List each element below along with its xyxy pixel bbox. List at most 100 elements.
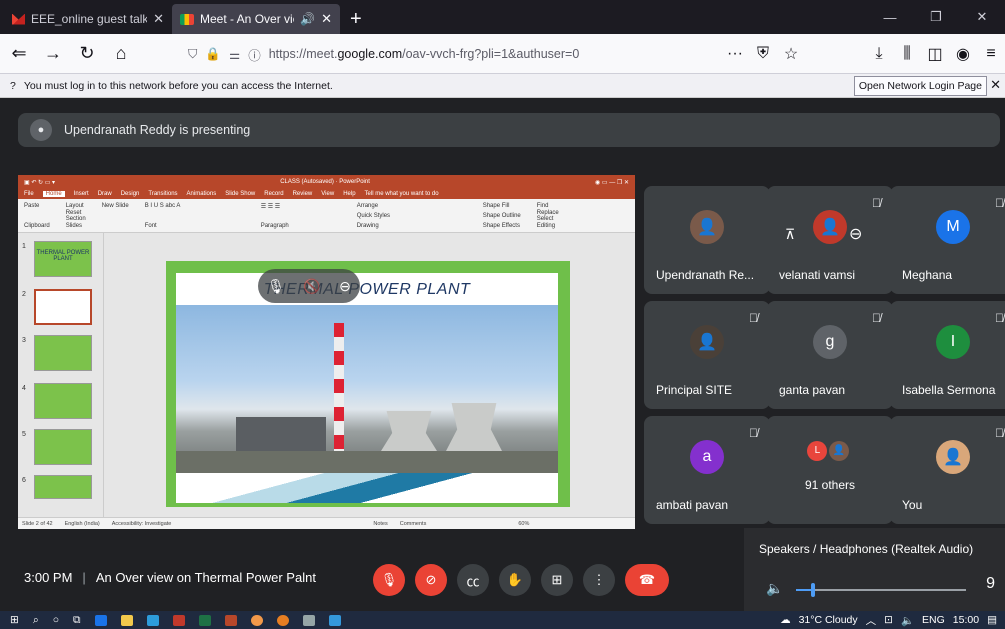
participant-avatar: 👤 [813,210,847,245]
remove-icon[interactable]: ⊖ [339,278,351,295]
slide-thumbnail [34,335,92,371]
language-indicator[interactable]: ENG [922,614,945,626]
menu-icon[interactable]: ≡ [977,45,1005,63]
url-text[interactable]: https://meet.google.com/oav-vvch-frg?pli… [269,47,580,61]
present-button[interactable]: ⊞ [541,564,573,596]
speaker-icon[interactable]: 🔊 [300,12,315,26]
close-notification-icon[interactable]: ✕ [990,77,1001,93]
audio-output-panel: Speakers / Headphones (Realtek Audio) 🔈 … [744,528,1005,611]
participant-avatar: M [936,210,970,245]
account-icon[interactable]: ◉ [949,44,977,64]
weather-text[interactable]: 31°C Cloudy [799,614,858,626]
ppt-menubar: File Home Insert Draw Design Transitions… [18,189,635,199]
home-button[interactable]: ⌂ [106,39,136,69]
sidebar-icon[interactable]: ◫ [921,44,949,64]
others-avatar: L [807,440,828,461]
app-icon[interactable] [328,614,341,626]
leave-call-button[interactable]: ☎ [625,564,669,596]
participant-tile[interactable]: 🎙̸ ⊼ 👤 ⊖ velanati vamsi [767,186,893,294]
shield-icon[interactable]: ⛉ [188,47,197,62]
store-icon[interactable] [146,614,159,626]
firefox-icon[interactable] [276,614,289,626]
participant-tile[interactable]: 👤 Upendranath Re... [644,186,770,294]
ribbon-clipboard: Paste Clipboard [24,203,50,229]
thumb-number: 6 [22,477,26,484]
captions-icon: ㏄ [466,573,480,589]
mute-tile-icon[interactable]: 🔇 [303,278,320,295]
volume-slider[interactable] [796,583,966,597]
mic-off-icon[interactable]: 🎙 [267,278,285,295]
address-bar[interactable]: ⛉ 🔒 ⚌ ⓘ https://meet.google.com/oav-vvch… [188,39,808,69]
close-tab-icon[interactable]: ✕ [321,11,332,27]
search-icon[interactable]: ⌕ [33,614,39,627]
library-icon[interactable]: ⫼ [893,45,921,63]
participant-name: ganta pavan [779,383,846,397]
ribbon-slides: Layout Reset Section Slides [65,203,86,229]
participant-tile[interactable]: 🎙̸ I Isabella Sermona [890,301,1005,409]
volume-icon[interactable]: 🔈 [901,614,914,627]
bookmark-star-icon[interactable]: ☆ [777,44,805,64]
ppt-window-controls: ◉ ▭ — ❐ ✕ [595,179,629,186]
tab-meet[interactable]: Meet - An Over view on The 🔊 ✕ [172,4,340,34]
pin-icon[interactable]: ⊼ [785,226,795,243]
tray-expand-icon[interactable]: ︿ [866,613,877,628]
info-icon[interactable]: ⓘ [248,45,261,64]
permissions-icon[interactable]: ⚌ [229,47,240,62]
pocket-icon[interactable]: ⛨ [749,45,777,63]
participant-tile[interactable]: 🎙̸ M Meghana [890,186,1005,294]
forward-button[interactable]: → [38,39,68,69]
presenting-banner: ● Upendranath Reddy is presenting [18,113,1000,147]
slide-title: THERMAL POWER PLANT [263,281,471,298]
ribbon-paragraph: ☰ ☰ ☰ Paragraph [260,204,289,229]
others-count: 91 others [804,478,856,492]
help-icon: ? [10,79,16,92]
participant-tile[interactable]: 🎙̸ a ambati pavan [644,416,770,524]
powerpoint-icon[interactable] [224,614,237,626]
close-tab-icon[interactable]: ✕ [153,11,164,27]
ribbon-editing: Find Replace Select Editing [536,203,559,229]
participant-tile[interactable]: 🎙̸ 👤 Principal SITE [644,301,770,409]
lock-icon[interactable]: 🔒 [205,47,221,62]
mic-off-icon: 🎙̸ [995,426,1004,440]
participant-name: Meghana [902,268,953,282]
reload-button[interactable]: ↻ [72,39,102,69]
ppt-current-slide: THERMAL POWER PLANT [166,261,570,507]
open-network-login-button[interactable]: Open Network Login Page [853,76,987,96]
remove-icon[interactable]: ⊖ [849,224,862,244]
windows-start-icon[interactable]: ⊞ [10,614,19,626]
camera-toggle-button[interactable]: ⊘ [415,564,447,596]
edge-icon[interactable] [94,614,107,626]
taskbar-clock[interactable]: 15:00 [953,614,979,626]
participant-tile[interactable]: 🎙̸ g ganta pavan [767,301,893,409]
tab-gmail[interactable]: EEE_online guest talk brochure ✕ [4,4,172,34]
thumb-number: 5 [22,431,26,438]
presenter-avatar: ● [30,119,52,141]
microphone-toggle-button[interactable]: 🎙 [373,564,405,596]
close-icon[interactable]: ✕ [959,0,1005,34]
participant-tile-others[interactable]: L 👤 91 others [767,416,893,524]
mail-icon[interactable] [172,614,185,626]
app-icon[interactable] [302,614,315,626]
slide-thumbnail [34,429,92,465]
raise-hand-button[interactable]: ✋ [499,564,531,596]
excel-icon[interactable] [198,614,211,626]
slide-thumbnail [34,475,92,499]
chrome-icon[interactable] [250,614,263,626]
more-options-button[interactable]: ⋮ [583,564,615,596]
page-actions-icon[interactable]: ··· [721,45,749,63]
participant-tile-self[interactable]: 🎙̸ 👤 You [890,416,1005,524]
restore-icon[interactable]: ❐ [913,0,959,34]
notification-icon[interactable]: ▤ [987,614,997,626]
download-icon[interactable]: ⤓ [865,45,893,63]
back-button[interactable]: ⇐ [4,39,34,69]
mic-off-icon: 🎙̸ [995,196,1004,210]
minimize-icon[interactable]: — [867,0,913,34]
captions-button[interactable]: ㏄ [457,564,489,596]
file-explorer-icon[interactable] [120,614,133,626]
ppt-tellme: Tell me what you want to do [364,191,439,197]
cortana-icon[interactable]: ○ [53,614,59,626]
network-icon[interactable]: ⊡ [884,614,893,626]
volume-handle[interactable] [811,583,815,597]
new-tab-button[interactable]: + [340,4,372,34]
task-view-icon[interactable]: ⧉ [73,614,81,627]
